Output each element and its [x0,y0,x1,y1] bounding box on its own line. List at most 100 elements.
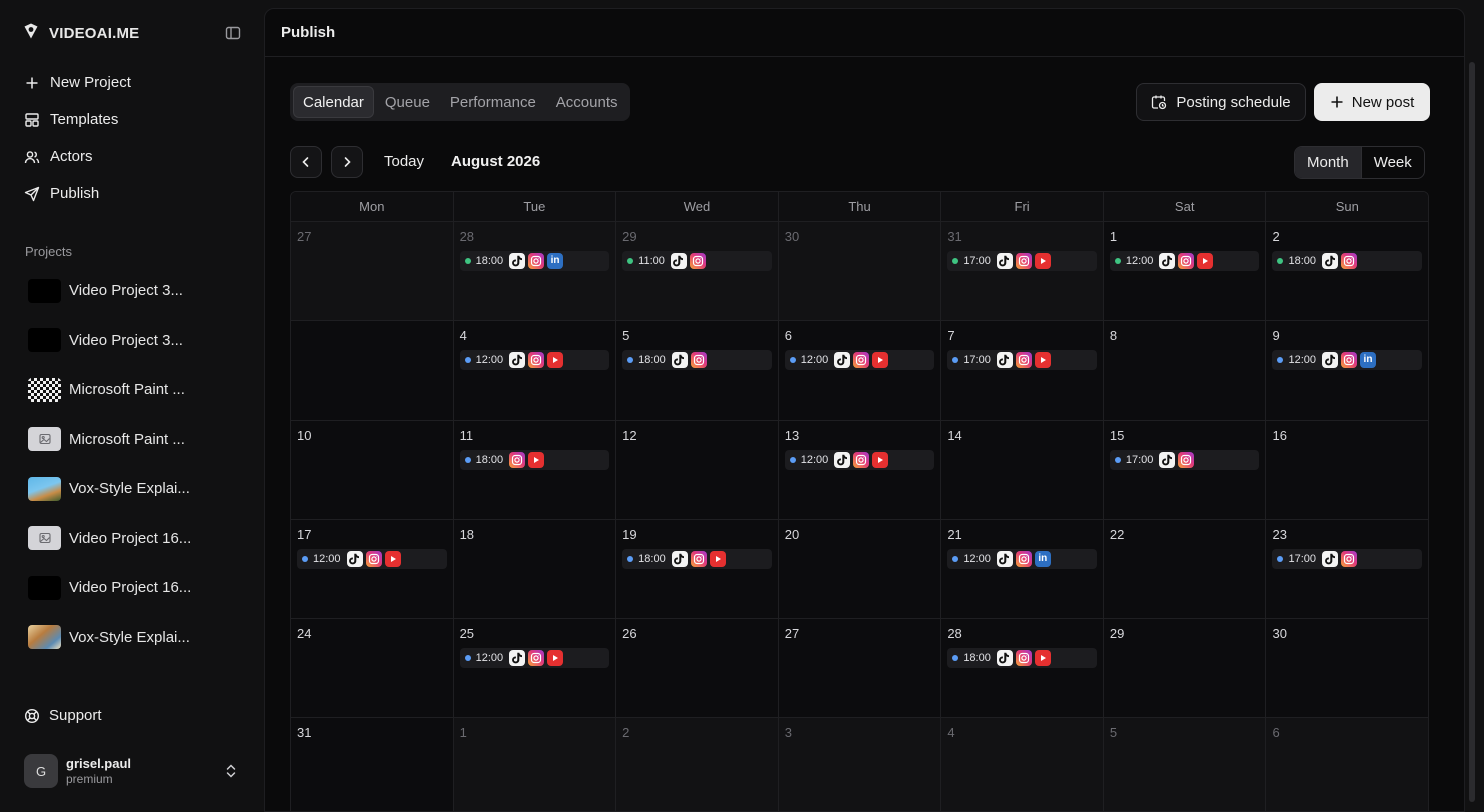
tab-calendar[interactable]: Calendar [293,86,374,118]
calendar-day[interactable]: 31 [291,718,454,811]
calendar-day[interactable]: 16 [1266,420,1428,519]
view-month-button[interactable]: Month [1295,147,1362,178]
calendar-day[interactable]: 18 [453,519,617,619]
tiktok-icon [996,253,1013,269]
previous-month-button[interactable] [290,146,322,178]
scheduled-post[interactable]: 12:00 in [947,548,1097,569]
calendar-day[interactable]: 12 [616,420,779,519]
scheduled-post[interactable]: 12:00 [784,350,935,371]
support-link[interactable]: Support [24,707,102,724]
calendar-day[interactable]: 29 11:00 [616,222,779,321]
calendar-day[interactable]: 23 17:00 [1266,519,1428,619]
project-item[interactable]: Video Project 16... [14,563,250,613]
calendar-day[interactable]: 5 [1103,718,1267,811]
calendar-day[interactable]: 15 17:00 [1103,420,1267,519]
project-item[interactable]: Microsoft Paint ... [14,365,250,415]
day-number: 1 [1109,229,1118,244]
nav-publish[interactable]: Publish [14,175,250,212]
calendar-day[interactable]: 9 12:00 in [1266,321,1428,420]
calendar-day[interactable]: 4 [941,718,1104,811]
calendar-day[interactable]: 27 [778,619,942,718]
calendar-day[interactable]: 31 17:00 [941,222,1104,321]
calendar-day[interactable]: 5 18:00 [616,321,779,420]
calendar-day[interactable]: 30 [1266,619,1428,718]
calendar-day[interactable]: 25 12:00 [453,619,617,718]
scheduled-post[interactable]: 17:00 [1109,449,1260,470]
scheduled-post[interactable]: 18:00 [622,548,772,569]
calendar-day[interactable]: 19 18:00 [616,519,779,619]
project-item[interactable]: Video Project 3... [14,316,250,366]
nav-actors[interactable]: Actors [14,138,250,175]
scheduled-post[interactable]: 18:00 [947,648,1097,669]
scheduled-post[interactable]: 12:00 [297,548,447,569]
templates-icon [25,112,39,127]
calendar-day[interactable]: 6 12:00 [778,321,942,420]
instagram-icon [1341,253,1357,269]
nav-templates[interactable]: Templates [14,101,250,138]
calendar-day[interactable]: 13 12:00 [778,420,942,519]
calendar-day[interactable]: 2 18:00 [1266,222,1428,321]
scheduled-post[interactable]: 18:00 in [459,251,610,271]
calendar-day[interactable]: 22 [1103,519,1267,619]
post-time: 11:00 [638,255,665,267]
post-time: 17:00 [1288,552,1316,565]
calendar-day[interactable]: 14 [941,420,1104,519]
scheduled-post[interactable]: 12:00 [1109,251,1260,271]
calendar-day[interactable]: 2 [616,718,779,811]
calendar-day[interactable]: 10 [291,420,454,519]
scheduled-post[interactable]: 18:00 [459,449,610,470]
project-item[interactable]: Microsoft Paint ... [14,415,250,465]
new-post-button[interactable]: New post [1314,83,1430,121]
scheduled-post[interactable]: 18:00 [1272,251,1423,271]
project-item[interactable]: Video Project 16... [14,514,250,564]
project-name: Vox-Style Explai... [69,480,190,498]
calendar-day[interactable]: 1 [453,718,617,811]
calendar-day[interactable]: 3 [778,718,942,811]
day-number: 31 [947,229,962,244]
calendar-day[interactable]: 29 [1103,619,1267,718]
scheduled-post[interactable]: 17:00 [947,251,1097,271]
posting-schedule-button[interactable]: Posting schedule [1136,83,1306,121]
scheduled-post[interactable]: 18:00 [622,350,772,371]
calendar-day[interactable]: 6 [1266,718,1428,811]
scheduled-post[interactable]: 17:00 [947,350,1097,371]
view-week-button[interactable]: Week [1362,147,1424,178]
project-item[interactable]: Video Project 3... [14,266,250,316]
today-button[interactable]: Today [384,153,424,170]
day-number: 27 [297,229,312,244]
brand[interactable]: VIDEOAI.ME [22,22,139,44]
main-scrollbar[interactable] [1469,62,1475,802]
sidebar-toggle-icon[interactable] [224,24,242,42]
calendar-day[interactable]: 7 17:00 [941,321,1104,420]
calendar-day[interactable]: 21 12:00 in [941,519,1104,619]
scheduled-post[interactable]: 12:00 in [1272,350,1423,371]
calendar-day[interactable]: 8 [1103,321,1267,420]
calendar-day[interactable]: 17 12:00 [291,519,454,619]
plus-icon [26,77,38,88]
nav-new-project[interactable]: New Project [14,64,250,101]
calendar-day[interactable]: 28 18:00 [941,619,1104,718]
chevron-right-icon [344,157,351,167]
calendar-day[interactable]: 4 12:00 [453,321,617,420]
scheduled-post[interactable]: 12:00 [459,648,610,669]
tab-performance[interactable]: Performance [441,86,545,118]
scheduled-post[interactable]: 12:00 [459,350,610,371]
calendar-day[interactable]: 11 18:00 [453,420,617,519]
project-item[interactable]: Vox-Style Explai... [14,464,250,514]
calendar-day[interactable]: 24 [291,619,454,718]
scheduled-post[interactable]: 17:00 [1272,548,1423,569]
calendar-day[interactable]: 27 [291,222,454,321]
calendar-day[interactable]: 28 18:00 in [453,222,617,321]
calendar-day[interactable]: 1 12:00 [1103,222,1267,321]
calendar-day[interactable]: 30 [778,222,942,321]
tab-queue[interactable]: Queue [376,86,439,118]
calendar-day[interactable]: 26 [616,619,779,718]
calendar-day[interactable]: 20 [778,519,942,619]
next-month-button[interactable] [331,146,363,178]
user-menu[interactable]: G grisel.paul premium [24,753,244,789]
calendar-day[interactable]: 3 [291,321,454,485]
project-item[interactable]: Vox-Style Explai... [14,613,250,663]
scheduled-post[interactable]: 11:00 [622,251,772,271]
tab-accounts[interactable]: Accounts [547,86,627,118]
scheduled-post[interactable]: 12:00 [784,449,935,470]
